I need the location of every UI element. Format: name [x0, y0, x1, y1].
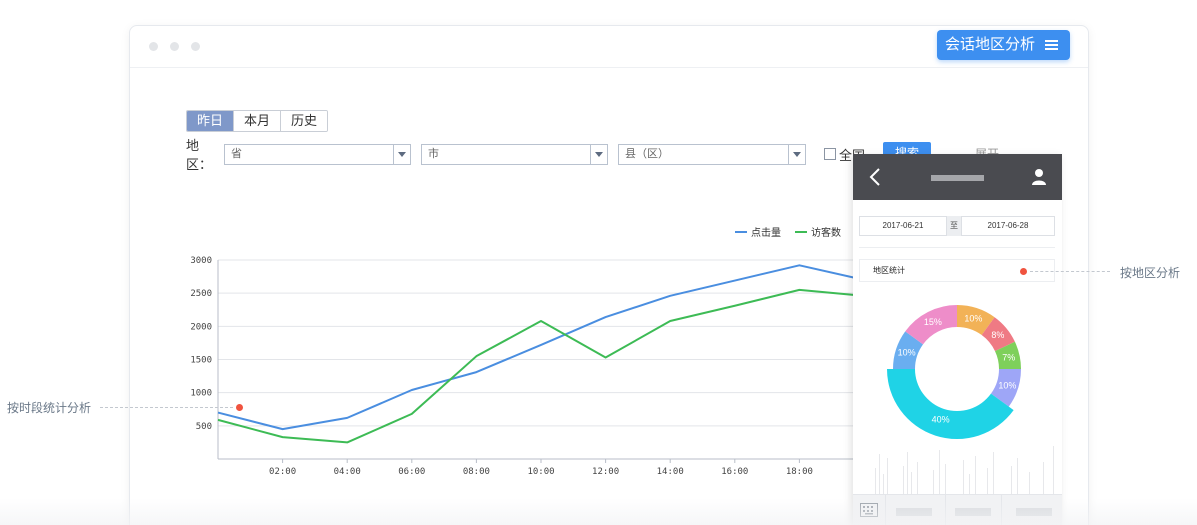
province-select-label: 省 [231, 147, 242, 160]
window-dot-2 [170, 42, 179, 51]
y-tick-label: 1000 [190, 389, 212, 399]
date-range-tabs: 昨日 本月 历史 [186, 110, 329, 132]
mobile-title-placeholder [931, 175, 984, 181]
legend-label-visitors: 访客数 [811, 228, 841, 239]
nationwide-checkbox[interactable] [824, 148, 836, 160]
annotation-dot-right [1020, 268, 1027, 275]
donut-slice-label: 10% [998, 380, 1016, 390]
bottom-fade [0, 498, 1197, 525]
y-tick-label: 3000 [190, 256, 212, 266]
region-label: 地区： [186, 138, 213, 172]
legend-item-clicks[interactable]: 点击量 [735, 224, 781, 239]
session-region-analysis-label: 会话地区分析 [944, 36, 1035, 53]
y-tick-label: 500 [196, 422, 212, 432]
region-filter-row: 地区： 省 市 县（区） 全国 [186, 138, 865, 172]
y-tick-label: 1500 [190, 356, 212, 366]
series-line-clicks [217, 264, 865, 431]
legend-item-visitors[interactable]: 访客数 [795, 224, 841, 239]
donut-slice-label: 8% [991, 330, 1004, 340]
x-tick-label: 08:00 [463, 467, 490, 477]
county-select[interactable]: 县（区） [618, 143, 806, 165]
x-tick-label: 14:00 [657, 467, 684, 477]
donut-slice-label: 7% [1002, 352, 1015, 362]
user-icon[interactable] [1031, 168, 1047, 186]
x-tick-label: 16:00 [721, 467, 748, 477]
menu-icon [1045, 40, 1058, 50]
y-tick-label: 2000 [190, 322, 212, 332]
x-tick-label: 12:00 [592, 467, 619, 477]
start-date-field[interactable]: 2017-06-21 [859, 216, 947, 236]
x-tick-label: 02:00 [269, 467, 296, 477]
annotation-leader-line-right [1030, 271, 1110, 272]
tab-this-month[interactable]: 本月 [233, 111, 281, 131]
window-dot-3 [191, 42, 200, 51]
window-dot-1 [149, 42, 158, 51]
annotation-region-analysis: 按地区分析 [1120, 266, 1181, 280]
end-date-field[interactable]: 2017-06-28 [961, 216, 1055, 236]
stage: 会话地区分析 昨日 本月 历史 地区： 省 市 县（区） 全国 搜索 点击量 访… [0, 0, 1197, 525]
donut-slice-label: 10% [964, 314, 982, 324]
annotation-leader-line-left [100, 407, 233, 408]
session-region-analysis-button[interactable]: 会话地区分析 [936, 30, 1070, 60]
legend-label-clicks: 点击量 [751, 228, 781, 239]
window-titlebar: 会话地区分析 [130, 26, 1088, 68]
back-arrow-icon[interactable] [869, 168, 881, 186]
donut-slice-label: 40% [932, 414, 950, 424]
city-select[interactable]: 市 [421, 143, 608, 165]
chevron-down-icon [393, 144, 410, 164]
donut-slice [887, 369, 1014, 439]
city-select-label: 市 [428, 147, 439, 160]
x-tick-label: 18:00 [786, 467, 813, 477]
chevron-down-icon [590, 144, 607, 164]
y-tick-label: 2500 [190, 289, 212, 299]
background-bars-decoration [875, 446, 1054, 494]
legend-swatch-visitors [795, 230, 807, 233]
x-tick-label: 04:00 [334, 467, 361, 477]
tab-history[interactable]: 历史 [280, 111, 328, 131]
series-line-visitors [217, 288, 865, 444]
mobile-header [853, 154, 1062, 200]
chart-legend: 点击量 访客数 [735, 224, 841, 239]
x-tick-label: 06:00 [398, 467, 425, 477]
donut-slice-label: 15% [924, 317, 942, 327]
donut-slice-label: 10% [898, 348, 916, 358]
legend-swatch-clicks [735, 230, 747, 233]
line-chart: 500 1000 1500 2000 2500 3000 02:00 04:00 06:00 08… [190, 256, 890, 477]
mobile-preview: 2017-06-21 至 2017-06-28 地区统计 10% 8% 7% 10% 4… [853, 154, 1062, 525]
region-donut-chart: 10% 8% 7% 10% 40% 10% 15% [887, 305, 1021, 439]
divider [859, 247, 1055, 248]
annotation-time-analysis: 按时段统计分析 [7, 401, 92, 415]
tab-yesterday[interactable]: 昨日 [187, 111, 234, 131]
annotation-dot-left [236, 404, 243, 411]
chevron-down-icon [788, 144, 805, 164]
date-separator: 至 [947, 216, 961, 236]
county-select-label: 县（区） [625, 147, 669, 160]
province-select[interactable]: 省 [224, 143, 411, 165]
x-tick-label: 10:00 [527, 467, 554, 477]
